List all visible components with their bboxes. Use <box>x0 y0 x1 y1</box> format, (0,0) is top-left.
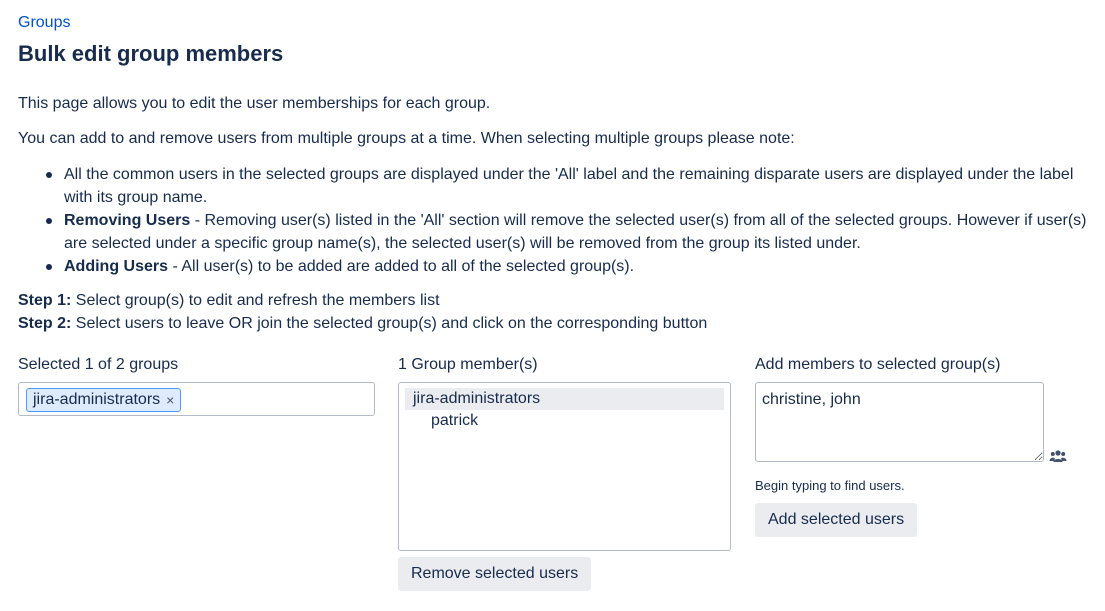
bullet-text: - All user(s) to be added are added to a… <box>168 258 635 275</box>
add-members-hint: Begin typing to find users. <box>755 478 905 493</box>
step-2-label: Step 2: <box>18 315 72 332</box>
add-members-textarea-wrapper: christine, john <box>755 382 1044 462</box>
step-2-text: Select users to leave OR join the select… <box>71 315 708 332</box>
add-members-label: Add members to selected group(s) <box>755 356 1001 373</box>
list-item: Removing Users - Removing user(s) listed… <box>18 209 1093 255</box>
users-icon[interactable] <box>1049 449 1067 468</box>
step-2: Step 2: Select users to leave OR join th… <box>18 315 707 333</box>
add-members-textarea[interactable]: christine, john <box>756 383 1043 461</box>
list-item: Adding Users - All user(s) to be added a… <box>18 255 1093 278</box>
bullet-text: - Removing user(s) listed in the 'All' s… <box>64 212 1087 252</box>
bullet-bold: Removing Users <box>64 212 191 229</box>
intro-text: This page allows you to edit the user me… <box>18 95 491 112</box>
step-1-label: Step 1: <box>18 292 72 309</box>
member-group-header[interactable]: jira-administrators <box>405 388 724 410</box>
bullet-bold: Adding Users <box>64 258 169 275</box>
remove-selected-users-button[interactable]: Remove selected users <box>398 557 592 591</box>
page-title: Bulk edit group members <box>18 41 284 66</box>
breadcrumb-groups[interactable]: Groups <box>18 14 70 32</box>
step-1: Step 1: Select group(s) to edit and refr… <box>18 292 440 310</box>
notes-list: All the common users in the selected gro… <box>18 163 1093 278</box>
group-chip-label: jira-administrators <box>33 391 161 408</box>
note-text: You can add to and remove users from mul… <box>18 130 795 147</box>
members-list[interactable]: jira-administrators patrick <box>398 382 731 551</box>
add-selected-users-button[interactable]: Add selected users <box>755 503 918 537</box>
list-item[interactable]: patrick <box>405 410 724 432</box>
bullet-text: All the common users in the selected gro… <box>64 166 1074 206</box>
step-1-text: Select group(s) to edit and refresh the … <box>71 292 440 309</box>
groups-label: Selected 1 of 2 groups <box>18 356 179 373</box>
group-chip: jira-administrators × <box>26 388 182 412</box>
group-picker-input[interactable]: jira-administrators × <box>18 382 375 416</box>
chip-remove-icon[interactable]: × <box>166 392 174 408</box>
list-item: All the common users in the selected gro… <box>18 163 1093 209</box>
members-label: 1 Group member(s) <box>398 356 538 373</box>
